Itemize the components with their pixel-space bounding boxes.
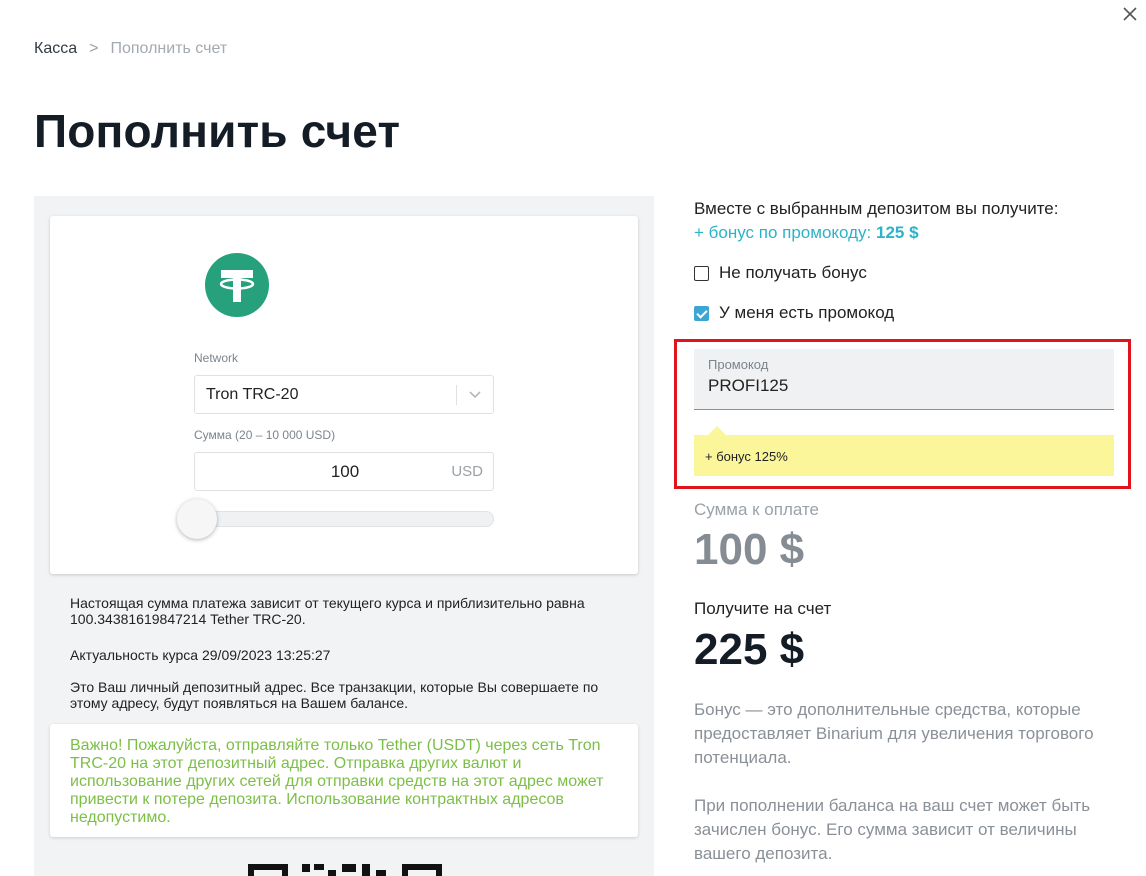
pay-amount-label: Сумма к оплате bbox=[694, 500, 820, 519]
breadcrumb-current: Пополнить счет bbox=[110, 40, 228, 57]
promo-bonus-line: + бонус по промокоду: 125 $ bbox=[694, 223, 919, 243]
page-title: Пополнить счет bbox=[34, 105, 401, 157]
promo-code-field[interactable]: Промокод bbox=[694, 349, 1114, 410]
receive-amount-value: 225 $ bbox=[694, 625, 805, 674]
network-selected-value: Tron TRC-20 bbox=[206, 386, 299, 403]
qr-code bbox=[248, 864, 442, 876]
deposit-form-card: Network Tron TRC-20 Сумма (20 – 10 000 U… bbox=[50, 216, 638, 574]
warning-box: Важно! Пожалуйста, отправляйте только Te… bbox=[50, 724, 638, 837]
select-divider bbox=[456, 385, 457, 405]
address-info-text: Это Ваш личный депозитный адрес. Все тра… bbox=[70, 679, 599, 711]
bonus-description: Бонус — это дополнительные средства, кот… bbox=[694, 700, 1094, 767]
amount-input[interactable] bbox=[195, 453, 435, 490]
breadcrumb-cashier-link[interactable]: Касса bbox=[34, 40, 77, 58]
network-select[interactable]: Tron TRC-20 bbox=[194, 375, 494, 414]
tether-icon bbox=[205, 253, 269, 317]
have-promo-option[interactable]: У меня есть промокод bbox=[694, 303, 894, 323]
breadcrumb: Касса > Пополнить счет bbox=[34, 40, 227, 58]
have-promo-label: У меня есть промокод bbox=[719, 303, 895, 322]
pay-amount-value: 100 $ bbox=[694, 525, 805, 574]
amount-field: USD bbox=[194, 452, 494, 491]
bonus-deposit-description: При пополнении баланса на ваш счет может… bbox=[694, 796, 1091, 863]
amount-label: Сумма (20 – 10 000 USD) bbox=[194, 428, 336, 442]
receive-amount-label: Получите на счет bbox=[694, 599, 832, 618]
bonus-intro-text: Вместе с выбранным депозитом вы получите… bbox=[694, 199, 1059, 218]
promo-bonus-tooltip: + бонус 125% bbox=[694, 426, 1114, 476]
promo-tooltip-text: + бонус 125% bbox=[705, 449, 788, 464]
have-promo-checkbox[interactable] bbox=[694, 305, 709, 321]
promo-bonus-prefix: + бонус по промокоду: bbox=[694, 223, 872, 242]
promo-bonus-value: 125 $ bbox=[876, 223, 919, 242]
close-icon bbox=[1123, 7, 1137, 21]
slider-thumb[interactable] bbox=[177, 499, 218, 539]
rate-info-text: Настоящая сумма платежа зависит от текущ… bbox=[70, 595, 585, 627]
amount-slider[interactable] bbox=[177, 499, 494, 539]
promo-code-label: Промокод bbox=[708, 357, 769, 372]
no-bonus-checkbox[interactable] bbox=[694, 265, 709, 281]
warning-text: Важно! Пожалуйста, отправляйте только Te… bbox=[70, 737, 604, 826]
rate-date-text: Актуальность курса 29/09/2023 13:25:27 bbox=[70, 647, 331, 663]
no-bonus-option[interactable]: Не получать бонус bbox=[694, 263, 867, 283]
network-label: Network bbox=[194, 351, 239, 365]
amount-currency: USD bbox=[451, 463, 483, 480]
chevron-down-icon bbox=[469, 391, 481, 399]
deposit-panel: Network Tron TRC-20 Сумма (20 – 10 000 U… bbox=[34, 196, 654, 876]
close-button[interactable] bbox=[1120, 4, 1140, 24]
promo-code-input[interactable] bbox=[708, 376, 1098, 396]
breadcrumb-separator: > bbox=[89, 40, 99, 57]
no-bonus-label: Не получать бонус bbox=[719, 263, 867, 282]
